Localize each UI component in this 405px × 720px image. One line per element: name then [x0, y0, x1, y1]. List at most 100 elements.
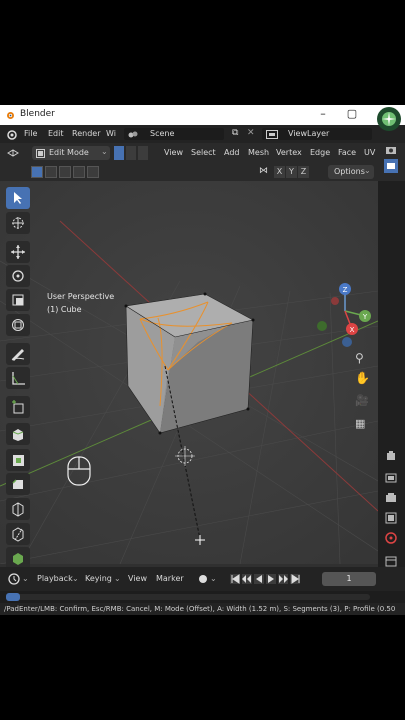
menu-render[interactable]: Render — [72, 129, 100, 138]
view-layer-tab-icon[interactable] — [384, 159, 398, 173]
minimize-button[interactable]: – — [316, 107, 330, 120]
select-mode-subtract-button[interactable] — [59, 166, 71, 178]
zoom-icon[interactable]: ⚲ — [355, 351, 364, 365]
select-mode-intersect-button[interactable] — [87, 166, 99, 178]
inset-tool[interactable] — [6, 449, 30, 471]
scene-name: Scene — [150, 129, 175, 138]
blender-menu-icon[interactable] — [6, 129, 17, 140]
extrude-tool[interactable] — [6, 423, 30, 445]
orthographic-grid-icon[interactable]: ▦ — [355, 417, 365, 430]
maximize-button[interactable]: ▢ — [345, 107, 359, 120]
select-mode-invert-button[interactable] — [73, 166, 85, 178]
editor-type-icon[interactable] — [6, 148, 20, 158]
vertex-select-button[interactable] — [114, 146, 124, 160]
measure-tool[interactable] — [6, 367, 30, 389]
channel-logo-icon — [377, 107, 401, 131]
move-tool[interactable] — [6, 241, 30, 263]
viewport-grid: Z Y X — [0, 181, 378, 564]
edit-mode-icon — [36, 149, 45, 158]
timeline-header: ⌄ Playback ⌄ Keying ⌄ View Marker ⌄ 1 — [0, 567, 405, 591]
window-title: Blender — [20, 109, 55, 119]
3d-viewport[interactable]: Z Y X User Perspective (1) Cube ⚲ ✋ 🎥 ▦ — [0, 181, 378, 564]
scale-tool[interactable] — [6, 289, 30, 311]
tool-properties-icon[interactable] — [384, 449, 398, 463]
mode-label: Edit Mode — [49, 148, 89, 157]
status-bar: /PadEnter/LMB: Confirm, Esc/RMB: Cancel,… — [0, 603, 405, 615]
view-layer-name: ViewLayer — [288, 129, 330, 138]
scene-properties-icon[interactable] — [384, 531, 398, 545]
camera-view-icon[interactable]: 🎥 — [355, 394, 369, 407]
annotate-tool[interactable] — [6, 343, 30, 365]
loop-cut-tool[interactable] — [6, 498, 30, 520]
transform-tool[interactable] — [6, 314, 30, 336]
menu-file[interactable]: File — [24, 129, 37, 138]
timeline-editor-icon[interactable] — [8, 573, 20, 585]
current-frame-field[interactable]: 1 — [322, 572, 376, 586]
timeline-track — [8, 594, 370, 600]
select-mode-extend-button[interactable] — [45, 166, 57, 178]
cursor-tool[interactable] — [6, 212, 30, 234]
cursor-arrow-icon — [14, 192, 22, 204]
move-arrows-icon — [11, 245, 25, 259]
mirror-x-toggle[interactable]: X — [274, 166, 285, 178]
menu-edit[interactable]: Edit — [48, 129, 64, 138]
blender-window: Blender – ▢ File Edit Render Wi Scene ⧉ … — [0, 105, 405, 615]
options-chevron-icon: ⌄ — [364, 166, 371, 175]
menu-vertex[interactable]: Vertex — [276, 148, 302, 157]
mirror-icon: ⋈ — [259, 166, 268, 176]
svg-text:X: X — [350, 326, 355, 334]
ruler-icon — [12, 372, 25, 385]
viewport-header: Edit Mode ⌄ View Select Add Mesh Vertex … — [0, 143, 405, 163]
new-scene-icon[interactable]: ⧉ — [232, 128, 238, 138]
svg-text:Y: Y — [362, 313, 368, 321]
3d-cursor-icon — [12, 217, 24, 229]
pan-hand-icon[interactable]: ✋ — [355, 371, 370, 385]
bevel-tool[interactable] — [6, 473, 30, 495]
menu-edge[interactable]: Edge — [310, 148, 330, 157]
render-properties-icon[interactable] — [384, 471, 398, 485]
edge-select-button[interactable] — [126, 146, 136, 160]
output-properties-icon[interactable] — [384, 491, 398, 505]
mirror-z-toggle[interactable]: Z — [298, 166, 309, 178]
add-cube-tool[interactable] — [6, 396, 30, 418]
poly-build-tool[interactable] — [6, 547, 30, 569]
inset-icon — [13, 455, 24, 466]
transform-icon — [12, 319, 24, 331]
select-mode-new-button[interactable] — [31, 166, 43, 178]
menu-uv[interactable]: UV — [364, 148, 375, 157]
face-select-button[interactable] — [138, 146, 148, 160]
mirror-y-toggle[interactable]: Y — [286, 166, 297, 178]
svg-text:Z: Z — [343, 286, 348, 294]
marker-menu[interactable]: Marker — [156, 574, 184, 583]
select-box-tool[interactable] — [6, 187, 30, 209]
view-layer-properties-icon[interactable] — [384, 511, 398, 525]
keying-menu[interactable]: Keying — [85, 574, 112, 583]
poly-build-icon — [13, 553, 23, 565]
knife-tool[interactable] — [6, 523, 30, 545]
active-object-label: (1) Cube — [47, 305, 82, 314]
menu-mesh[interactable]: Mesh — [248, 148, 269, 157]
playback-controls[interactable] — [230, 573, 314, 585]
playback-menu[interactable]: Playback — [37, 574, 73, 583]
rotate-tool[interactable] — [6, 265, 30, 287]
timeline-scrubber[interactable] — [0, 591, 405, 603]
add-cube-icon — [12, 400, 24, 414]
knife-icon — [12, 527, 24, 542]
playhead[interactable] — [6, 593, 20, 601]
menu-window[interactable]: Wi — [106, 129, 116, 138]
menu-add[interactable]: Add — [224, 148, 240, 157]
tool-options-bar: ⋈ X Y Z Options ⌄ — [0, 163, 405, 181]
menu-face[interactable]: Face — [338, 148, 356, 157]
scale-icon — [12, 294, 24, 306]
record-keyframe-icon[interactable] — [198, 574, 208, 584]
window-title-bar: Blender – ▢ — [0, 105, 405, 125]
menu-view[interactable]: View — [164, 148, 183, 157]
menu-select[interactable]: Select — [191, 148, 216, 157]
rotate-icon — [12, 270, 24, 282]
render-camera-icon[interactable] — [384, 143, 398, 157]
delete-scene-icon[interactable]: ✕ — [247, 128, 255, 138]
world-properties-icon[interactable] — [384, 554, 398, 568]
view-perspective-label: User Perspective — [47, 292, 115, 301]
chevron-down-icon: ⌄ — [101, 147, 108, 156]
timeline-view-menu[interactable]: View — [128, 574, 147, 583]
